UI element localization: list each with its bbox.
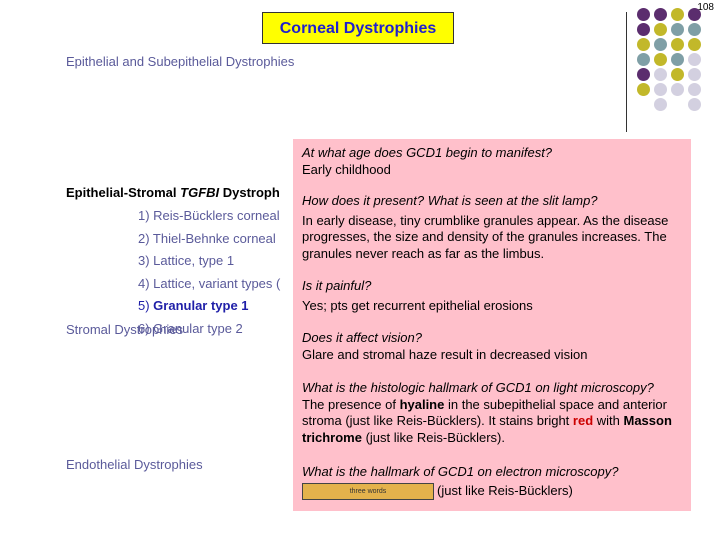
decorative-dot <box>688 83 701 96</box>
decorative-dot <box>688 38 701 51</box>
section-epithelial-stromal: Epithelial-Stromal TGFBI Dystroph <box>66 185 280 200</box>
qa-pain: Is it painful? Yes; pts get recurrent ep… <box>302 278 690 314</box>
answer: The presence of hyaline in the subepithe… <box>302 397 677 447</box>
qa-presentation: How does it present? What is seen at the… <box>302 193 690 262</box>
decorative-dot <box>654 68 667 81</box>
answer: In early disease, tiny crumblike granule… <box>302 212 669 261</box>
decorative-dot <box>654 98 667 111</box>
question: At what age does GCD1 begin to manifest? <box>302 145 553 160</box>
answer-emphasis: hyaline <box>399 396 445 412</box>
decorative-dot <box>654 83 667 96</box>
answer-text: (just like Reis-Bücklers). <box>361 429 505 445</box>
answer-text: The presence of <box>302 396 400 412</box>
answer: Early childhood <box>302 161 391 177</box>
decorative-dot <box>671 38 684 51</box>
heading-gene: TGFBI <box>180 185 220 200</box>
decorative-dot <box>637 83 650 96</box>
decorative-dot <box>688 23 701 36</box>
decorative-dot <box>671 83 684 96</box>
decorative-dot <box>637 38 650 51</box>
slide-title: Corneal Dystrophies <box>262 12 454 44</box>
decorative-dot <box>688 68 701 81</box>
decorative-dot <box>671 23 684 36</box>
decorative-dot <box>671 53 684 66</box>
list-item: 2) Thiel-Behnke corneal <box>138 230 276 246</box>
qa-electron-microscopy: What is the hallmark of GCD1 on electron… <box>302 464 690 500</box>
answer: Yes; pts get recurrent epithelial erosio… <box>302 297 533 313</box>
decorative-dot <box>654 8 667 21</box>
question: Does it affect vision? <box>302 330 422 345</box>
answer-red: red <box>572 413 594 428</box>
decorative-dot <box>688 98 701 111</box>
qa-vision: Does it affect vision? Glare and stromal… <box>302 330 690 363</box>
answer: three words (just like Reis-Bücklers) <box>302 483 690 500</box>
list-item-label: Granular type 1 <box>153 298 249 313</box>
list-item: 4) Lattice, variant types ( <box>138 275 281 291</box>
dystrophy-list: 1) Reis-Bücklers corneal 2) Thiel-Behnke… <box>138 205 280 340</box>
decorative-dot <box>688 8 701 21</box>
decorative-dot <box>637 8 650 21</box>
answer-blank[interactable]: three words <box>302 482 434 500</box>
decorative-dot <box>654 23 667 36</box>
answer-text: with <box>593 413 624 428</box>
decorative-dot <box>637 68 650 81</box>
qa-histology: What is the histologic hallmark of GCD1 … <box>302 380 690 446</box>
decorative-dot <box>671 68 684 81</box>
decorative-dot <box>654 38 667 51</box>
decorative-dot <box>654 53 667 66</box>
list-item: 1) Reis-Bücklers corneal <box>138 208 280 223</box>
list-item-active: 5) Granular type 1 <box>138 295 280 318</box>
list-item-number: 5) <box>138 298 154 313</box>
question: How does it present? What is seen at the… <box>302 193 598 208</box>
decorative-dot <box>688 53 701 66</box>
question: What is the histologic hallmark of GCD1 … <box>302 380 654 395</box>
decorative-dot <box>671 8 684 21</box>
qa-age: At what age does GCD1 begin to manifest?… <box>302 145 690 178</box>
divider-line <box>626 12 627 132</box>
section-endothelial: Endothelial Dystrophies <box>66 457 203 472</box>
decorative-dot <box>637 23 650 36</box>
heading-prefix: Epithelial-Stromal <box>66 185 181 200</box>
list-item: 3) Lattice, type 1 <box>138 253 235 268</box>
decorative-dot <box>637 53 650 66</box>
answer: Glare and stromal haze result in decreas… <box>302 346 588 362</box>
section-stromal: Stromal Dystrophies <box>66 322 184 337</box>
section-epithelial: Epithelial and Subepithelial Dystrophies <box>66 54 295 69</box>
question: What is the hallmark of GCD1 on electron… <box>302 464 619 479</box>
heading-suffix: Dystroph <box>219 185 280 200</box>
answer-text: (just like Reis-Bücklers) <box>437 482 573 498</box>
question: Is it painful? <box>302 278 372 293</box>
